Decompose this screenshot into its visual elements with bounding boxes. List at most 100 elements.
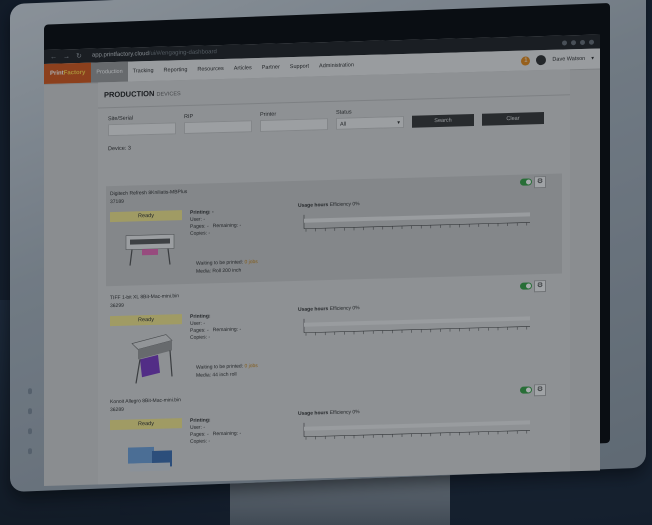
- device-enable-toggle[interactable]: [520, 178, 532, 186]
- device-card: TIFF 1-bit XL 8Bit-Mac-mini.bin 36299 ⚙ R…: [106, 278, 562, 391]
- usage-timeline-chart: [303, 316, 530, 336]
- pages-info: Pages: - Remaining: -: [190, 326, 241, 334]
- usage-label: Usage hours: [298, 202, 329, 209]
- forward-icon[interactable]: →: [63, 53, 70, 60]
- menu-item-articles[interactable]: Articles: [229, 58, 257, 79]
- remaining-value: Remaining: -: [212, 326, 242, 334]
- copies-info: Copies: -: [190, 438, 211, 445]
- pages-value: Pages: -: [190, 223, 209, 230]
- pages-info: Pages: - Remaining: -: [190, 430, 241, 438]
- usage-header: Usage hours Efficiency 0%: [298, 409, 360, 417]
- gear-icon[interactable]: ⚙: [534, 175, 546, 189]
- printer-image-icon: [131, 334, 173, 384]
- media-info: Media: Roll 200 inch: [196, 267, 242, 275]
- x-axis: [304, 326, 530, 334]
- device-name: TIFF 1-bit XL 8Bit-Mac-mini.bin 36299: [110, 292, 179, 310]
- bezel-button-icon: [28, 428, 32, 435]
- device-enable-toggle[interactable]: [520, 282, 532, 290]
- usage-header: Usage hours Efficiency 0%: [298, 305, 360, 313]
- extension-icon[interactable]: [571, 39, 576, 45]
- usage-label: Usage hours: [298, 306, 329, 313]
- site-label: Site/Serial: [108, 115, 134, 123]
- usage-track: [304, 316, 530, 327]
- pages-value: Pages: -: [190, 431, 209, 438]
- printer-image-icon: [125, 234, 175, 266]
- device-serial: 36299: [110, 302, 124, 310]
- bezel-button-icon: [28, 408, 32, 415]
- device-name: Konoit Allegro 8Bit-Mac-mini.bin 36289: [110, 396, 181, 414]
- device-enable-toggle[interactable]: [520, 386, 532, 394]
- x-axis: [304, 222, 530, 230]
- remaining-value: Remaining: -: [212, 222, 242, 230]
- chevron-down-icon[interactable]: ▾: [591, 56, 594, 62]
- user-menu[interactable]: Dave Watson: [552, 56, 585, 63]
- extension-icon[interactable]: [562, 39, 567, 46]
- menu-item-partner[interactable]: Partner: [257, 57, 285, 78]
- usage-track: [304, 420, 530, 431]
- copies-info: Copies: -: [190, 230, 211, 237]
- printer-input[interactable]: [260, 118, 328, 132]
- page-title-text: PRODUCTION: [104, 88, 155, 100]
- extension-icon[interactable]: [580, 39, 585, 45]
- main-content: PRODUCTION DEVICES Site/Serial RIP Print…: [98, 69, 570, 485]
- back-icon[interactable]: ←: [50, 53, 57, 60]
- filter-site: Site/Serial: [108, 114, 176, 137]
- device-serial: 37189: [110, 198, 124, 206]
- copies-info: Copies: -: [190, 334, 211, 341]
- rip-label: RIP: [184, 113, 194, 121]
- page-subtitle: DEVICES: [156, 91, 181, 98]
- url-path: /ui/#/engaging-dashboard: [148, 49, 217, 58]
- filter-rip: RIP: [184, 112, 252, 135]
- status-badge: Ready: [110, 314, 182, 327]
- search-button[interactable]: Search: [412, 113, 474, 128]
- queue-info: Waiting to be printed: 0 jobs Media: 44 …: [196, 362, 258, 380]
- menu-item-tracking[interactable]: Tracking: [128, 61, 159, 82]
- gear-icon[interactable]: ⚙: [534, 279, 546, 293]
- status-badge: Ready: [110, 210, 182, 223]
- menu-item-administration[interactable]: Administration: [314, 55, 359, 76]
- reload-icon[interactable]: ↻: [76, 52, 82, 60]
- usage-label: Usage hours: [298, 410, 329, 417]
- bezel-button-icon: [28, 448, 32, 455]
- menu-item-resources[interactable]: Resources: [192, 59, 228, 80]
- chevron-down-icon: ▾: [397, 120, 400, 127]
- efficiency-label: Efficiency 0%: [329, 201, 360, 209]
- printer-label: Printer: [260, 111, 277, 118]
- media-info: Media: 44 inch roll: [196, 371, 237, 379]
- header-right: 1 Dave Watson ▾: [521, 53, 600, 66]
- efficiency-label: Efficiency 0%: [329, 305, 360, 313]
- printer-image-icon: [128, 446, 172, 472]
- logo-prefix: Print: [50, 70, 64, 77]
- usage-track: [304, 212, 530, 223]
- notification-badge[interactable]: 1: [521, 55, 531, 66]
- avatar[interactable]: [536, 54, 547, 66]
- menu-item-reporting[interactable]: Reporting: [159, 60, 193, 81]
- printfactory-logo[interactable]: PrintFactory: [44, 62, 92, 84]
- pages-value: Pages: -: [190, 327, 209, 334]
- usage-timeline-chart: [303, 212, 530, 232]
- profile-icon[interactable]: [589, 39, 594, 45]
- menu-item-production[interactable]: Production: [91, 61, 128, 83]
- logo-suffix: Factory: [63, 69, 86, 77]
- efficiency-label: Efficiency 0%: [329, 409, 360, 417]
- filter-status: Status All ▾: [336, 108, 404, 130]
- browser-extensions: [562, 39, 594, 46]
- clear-button[interactable]: Clear: [482, 112, 544, 126]
- menu-item-support[interactable]: Support: [285, 56, 314, 77]
- status-select[interactable]: All ▾: [336, 115, 404, 130]
- usage-header: Usage hours Efficiency 0%: [298, 201, 360, 209]
- print-info: Printing: User: - Pages: - Remaining: - …: [190, 416, 241, 445]
- queue-info: Waiting to be printed: 0 jobs Media: Rol…: [196, 258, 258, 276]
- device-name: Digitech Refresh 8Kniliatis-MBPlus 37189: [110, 188, 187, 206]
- print-info: Printing: - User: - Pages: - Remaining: …: [190, 208, 241, 237]
- device-card: Digitech Refresh 8Kniliatis-MBPlus 37189 …: [106, 173, 562, 287]
- url-host: app.printfactory.cloud: [91, 51, 149, 59]
- gear-icon[interactable]: ⚙: [534, 383, 546, 397]
- address-bar[interactable]: app.printfactory.cloud/ui/#/engaging-das…: [92, 49, 217, 58]
- waiting-value[interactable]: 0 jobs: [244, 363, 257, 369]
- device-serial: 36289: [110, 406, 124, 414]
- waiting-value[interactable]: 0 jobs: [244, 259, 257, 265]
- status-value: All: [340, 121, 347, 128]
- rip-input[interactable]: [184, 120, 252, 135]
- site-serial-input[interactable]: [108, 122, 176, 137]
